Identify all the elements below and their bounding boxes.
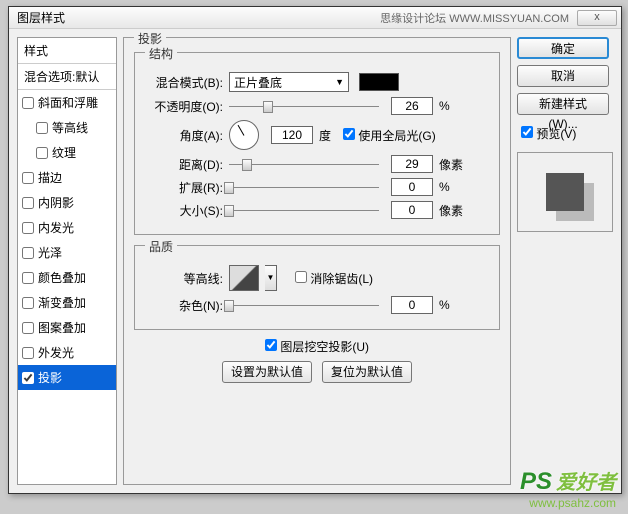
ok-button[interactable]: 确定 [517,37,609,59]
sidebar-checkbox[interactable] [22,297,34,309]
opacity-slider[interactable] [229,99,379,113]
quality-group: 品质 等高线: ▼ 消除锯齿(L) 杂色(N): 0 % [134,245,500,330]
contour-picker[interactable] [229,265,259,291]
spread-unit: % [439,180,469,194]
noise-slider[interactable] [229,298,379,312]
sidebar-checkbox[interactable] [22,222,34,234]
preview-box [517,152,613,232]
sidebar-item-label: 等高线 [52,119,88,136]
blendmode-select[interactable]: 正片叠底 ▼ [229,72,349,92]
structure-group: 结构 混合模式(B): 正片叠底 ▼ 不透明度(O): 26 % [134,52,500,235]
sidebar-checkbox[interactable] [22,197,34,209]
blendmode-value: 正片叠底 [234,74,282,91]
styles-sidebar: 样式 混合选项:默认 斜面和浮雕等高线纹理描边内阴影内发光光泽颜色叠加渐变叠加图… [17,37,117,485]
spread-label: 扩展(R): [145,179,223,196]
sidebar-item-3[interactable]: 描边 [18,165,116,190]
preview-checkbox[interactable]: 预览(V) [521,125,613,142]
sidebar-item-label: 外发光 [38,344,74,361]
structure-legend: 结构 [145,45,177,62]
sidebar-item-label: 内阴影 [38,194,74,211]
size-input[interactable]: 0 [391,201,433,219]
distance-input[interactable]: 29 [391,155,433,173]
contour-dropdown-icon[interactable]: ▼ [265,265,277,291]
shadow-color-swatch[interactable] [359,73,399,91]
quality-legend: 品质 [145,238,177,255]
size-label: 大小(S): [145,202,223,219]
chevron-down-icon: ▼ [335,77,344,87]
angle-unit: 度 [319,127,331,144]
noise-unit: % [439,298,469,312]
drop-shadow-panel: 投影 结构 混合模式(B): 正片叠底 ▼ 不透明度(O): [123,37,511,485]
sidebar-item-label: 颜色叠加 [38,269,86,286]
sidebar-item-label: 光泽 [38,244,62,261]
angle-input[interactable]: 120 [271,126,313,144]
sidebar-item-8[interactable]: 渐变叠加 [18,290,116,315]
sidebar-item-2[interactable]: 纹理 [18,140,116,165]
sidebar-item-6[interactable]: 光泽 [18,240,116,265]
close-button[interactable]: x [577,10,617,26]
angle-label: 角度(A): [145,127,223,144]
noise-label: 杂色(N): [145,297,223,314]
sidebar-item-1[interactable]: 等高线 [18,115,116,140]
opacity-unit: % [439,99,469,113]
window-title: 图层样式 [13,9,65,26]
spread-input[interactable]: 0 [391,178,433,196]
sidebar-item-5[interactable]: 内发光 [18,215,116,240]
sidebar-checkbox[interactable] [36,147,48,159]
sidebar-checkbox[interactable] [36,122,48,134]
global-light-checkbox[interactable]: 使用全局光(G) [343,127,436,144]
sidebar-item-label: 图案叠加 [38,319,86,336]
sidebar-item-label: 投影 [38,369,62,386]
sidebar-item-9[interactable]: 图案叠加 [18,315,116,340]
size-unit: 像素 [439,202,469,219]
titlebar: 图层样式 思缘设计论坛 WWW.MISSYUAN.COM x [9,7,621,29]
sidebar-checkbox[interactable] [22,172,34,184]
make-default-button[interactable]: 设置为默认值 [222,361,312,383]
sidebar-item-10[interactable]: 外发光 [18,340,116,365]
opacity-input[interactable]: 26 [391,97,433,115]
sidebar-item-label: 纹理 [52,144,76,161]
size-slider[interactable] [229,203,379,217]
sidebar-checkbox[interactable] [22,322,34,334]
sidebar-item-label: 内发光 [38,219,74,236]
sidebar-item-11[interactable]: 投影 [18,365,116,390]
angle-dial[interactable] [229,120,259,150]
noise-input[interactable]: 0 [391,296,433,314]
watermark-url: www.psahz.com [529,496,616,510]
layer-style-dialog: 图层样式 思缘设计论坛 WWW.MISSYUAN.COM x 样式 混合选项:默… [8,6,622,494]
contour-label: 等高线: [145,270,223,287]
sidebar-item-4[interactable]: 内阴影 [18,190,116,215]
sidebar-checkbox[interactable] [22,247,34,259]
sidebar-checkbox[interactable] [22,272,34,284]
sidebar-item-label: 渐变叠加 [38,294,86,311]
distance-unit: 像素 [439,156,469,173]
sidebar-item-label: 描边 [38,169,62,186]
spread-slider[interactable] [229,180,379,194]
sidebar-item-label: 斜面和浮雕 [38,94,98,111]
blend-options-row[interactable]: 混合选项:默认 [18,64,116,90]
sidebar-checkbox[interactable] [22,97,34,109]
sidebar-item-7[interactable]: 颜色叠加 [18,265,116,290]
right-column: 确定 取消 新建样式(W)... 预览(V) [517,37,613,485]
sidebar-checkbox[interactable] [22,347,34,359]
opacity-label: 不透明度(O): [145,98,223,115]
blendmode-label: 混合模式(B): [145,74,223,91]
sidebar-header[interactable]: 样式 [18,38,116,64]
knockout-checkbox[interactable]: 图层挖空投影(U) [265,338,369,355]
forum-text: 思缘设计论坛 WWW.MISSYUAN.COM [380,10,569,26]
sidebar-checkbox[interactable] [22,372,34,384]
antialias-checkbox[interactable]: 消除锯齿(L) [295,270,373,287]
reset-default-button[interactable]: 复位为默认值 [322,361,412,383]
new-style-button[interactable]: 新建样式(W)... [517,93,609,115]
distance-slider[interactable] [229,157,379,171]
sidebar-item-0[interactable]: 斜面和浮雕 [18,90,116,115]
distance-label: 距离(D): [145,156,223,173]
cancel-button[interactable]: 取消 [517,65,609,87]
